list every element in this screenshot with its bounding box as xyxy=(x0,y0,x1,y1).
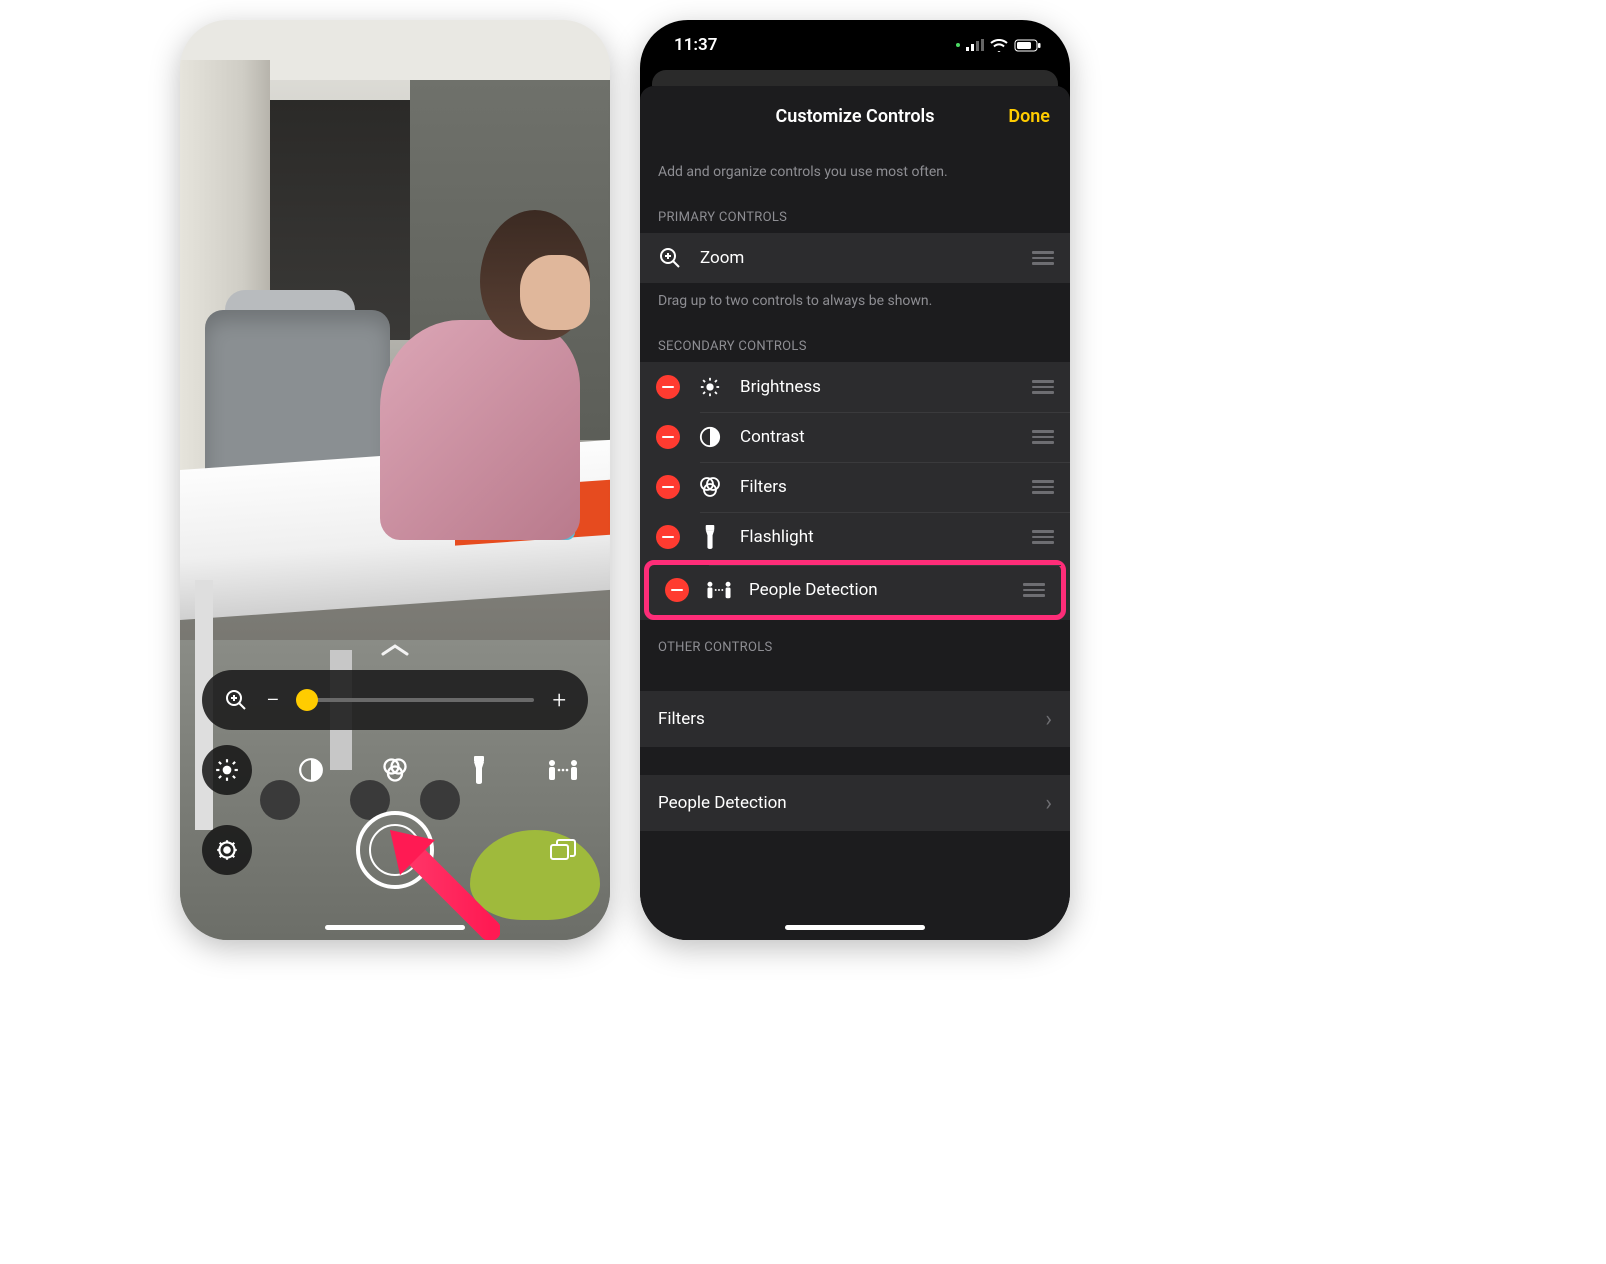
status-bar: 11:37 xyxy=(640,20,1070,70)
row-label: Brightness xyxy=(740,377,821,397)
row-label: Zoom xyxy=(700,248,744,268)
row-label: Flashlight xyxy=(740,527,814,547)
primary-note: Drag up to two controls to always be sho… xyxy=(640,283,1070,317)
brightness-icon xyxy=(696,373,724,401)
remove-button[interactable] xyxy=(656,375,680,399)
secondary-controls-list: Brightness Contrast xyxy=(640,362,1070,620)
home-indicator[interactable] xyxy=(325,925,465,930)
drag-handle-icon[interactable] xyxy=(1032,380,1054,394)
zoom-in-icon xyxy=(656,244,684,272)
magnifier-app-screenshot: − + xyxy=(180,20,610,940)
chevron-up-icon[interactable] xyxy=(381,642,409,658)
row-label: Filters xyxy=(740,477,787,497)
remove-button[interactable] xyxy=(656,525,680,549)
row-label: People Detection xyxy=(749,580,878,600)
other-row-people-detection[interactable]: People Detection › xyxy=(640,775,1070,831)
zoom-in-icon xyxy=(224,688,248,712)
zoom-thumb[interactable] xyxy=(296,689,318,711)
filters-icon xyxy=(696,473,724,501)
customize-controls-screenshot: 11:37 Customize Controls xyxy=(640,20,1070,940)
zoom-plus[interactable]: + xyxy=(552,686,566,714)
secondary-row-flashlight[interactable]: Flashlight xyxy=(640,512,1070,562)
wifi-icon xyxy=(990,39,1008,52)
primary-row-zoom[interactable]: Zoom xyxy=(640,233,1070,283)
other-controls-header: OTHER CONTROLS xyxy=(640,618,1070,663)
done-button[interactable]: Done xyxy=(1008,86,1050,146)
remove-button[interactable] xyxy=(665,578,689,602)
row-label: People Detection xyxy=(658,793,787,813)
secondary-controls-row xyxy=(202,740,588,800)
secondary-row-people-detection[interactable]: People Detection xyxy=(644,560,1066,620)
secondary-controls-header: SECONDARY CONTROLS xyxy=(640,317,1070,362)
remove-button[interactable] xyxy=(656,425,680,449)
flashlight-button[interactable] xyxy=(454,745,504,795)
secondary-row-brightness[interactable]: Brightness xyxy=(640,362,1070,412)
recording-dot-icon xyxy=(956,43,960,47)
zoom-slider[interactable]: − + xyxy=(202,670,588,730)
row-label: Filters xyxy=(658,709,705,729)
filters-button[interactable] xyxy=(370,745,420,795)
drag-handle-icon[interactable] xyxy=(1032,430,1054,444)
home-indicator[interactable] xyxy=(785,925,925,930)
multiwindow-button[interactable] xyxy=(538,825,588,875)
primary-controls-list: Zoom xyxy=(640,233,1070,283)
people-detection-icon xyxy=(705,576,733,604)
secondary-row-contrast[interactable]: Contrast xyxy=(640,412,1070,462)
drag-handle-icon[interactable] xyxy=(1023,583,1045,597)
drag-handle-icon[interactable] xyxy=(1032,251,1054,265)
chevron-right-icon: › xyxy=(1045,707,1052,732)
contrast-button[interactable] xyxy=(286,745,336,795)
drag-handle-icon[interactable] xyxy=(1032,480,1054,494)
background-sheet-peek xyxy=(652,70,1058,86)
people-detection-button[interactable] xyxy=(538,745,588,795)
sheet-header: Customize Controls Done xyxy=(640,86,1070,146)
sheet-title: Customize Controls xyxy=(776,106,935,127)
battery-icon xyxy=(1014,39,1042,52)
remove-button[interactable] xyxy=(656,475,680,499)
settings-button[interactable] xyxy=(202,825,252,875)
other-row-filters[interactable]: Filters › xyxy=(640,691,1070,747)
brightness-button[interactable] xyxy=(202,745,252,795)
shutter-button[interactable] xyxy=(356,811,434,889)
zoom-minus[interactable]: − xyxy=(266,686,280,714)
customize-sheet: Customize Controls Done Add and organize… xyxy=(640,86,1070,940)
intro-note: Add and organize controls you use most o… xyxy=(640,146,1070,188)
drag-handle-icon[interactable] xyxy=(1032,530,1054,544)
cellular-icon xyxy=(966,39,984,51)
row-label: Contrast xyxy=(740,427,805,447)
camera-viewfinder xyxy=(180,20,610,940)
zoom-track[interactable] xyxy=(298,698,535,702)
contrast-icon xyxy=(696,423,724,451)
secondary-row-filters[interactable]: Filters xyxy=(640,462,1070,512)
status-time: 11:37 xyxy=(674,35,717,55)
status-indicators xyxy=(956,39,1042,52)
flashlight-icon xyxy=(696,523,724,551)
bottom-controls-row xyxy=(202,810,588,890)
primary-controls-header: PRIMARY CONTROLS xyxy=(640,188,1070,233)
chevron-right-icon: › xyxy=(1045,791,1052,816)
